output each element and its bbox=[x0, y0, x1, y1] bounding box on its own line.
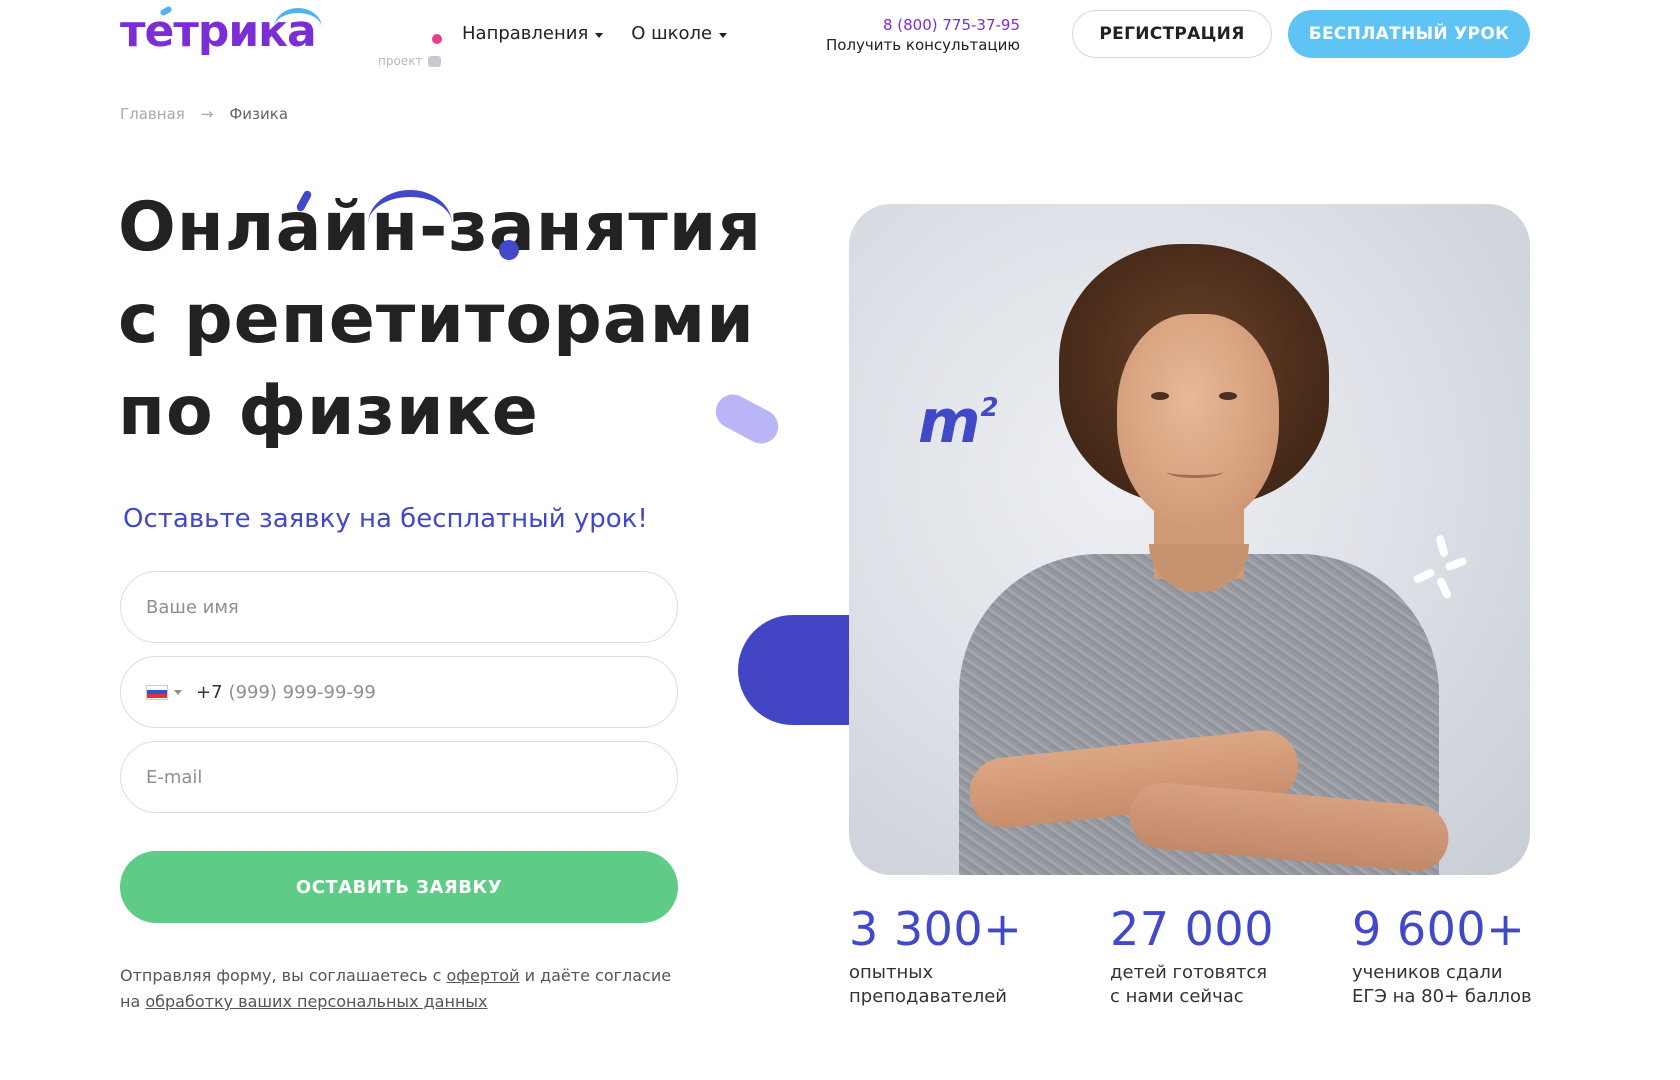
stat-value: 27 000 bbox=[1110, 902, 1274, 956]
stat-label-line: преподавателей bbox=[849, 986, 1008, 1007]
title-line-2: с репетиторами bbox=[118, 280, 755, 359]
photo-eye bbox=[1151, 392, 1169, 400]
stat-label-line: ЕГЭ на 80+ баллов bbox=[1352, 986, 1532, 1007]
phone-country-code: +7 bbox=[196, 681, 223, 703]
breadcrumb: Главная → Физика bbox=[120, 104, 288, 124]
nav-directions[interactable]: Направления bbox=[462, 22, 604, 46]
phone-number-link[interactable]: 8 (800) 775-37-95 bbox=[826, 15, 1020, 35]
country-caret-down-icon[interactable] bbox=[174, 689, 182, 695]
title-line-1: Онлайн-занятия bbox=[118, 188, 763, 267]
title-accent-dot bbox=[499, 240, 519, 260]
caret-down-icon bbox=[719, 32, 728, 38]
title-line-3: по физике bbox=[118, 372, 539, 451]
submit-request-button[interactable]: ОСТАВИТЬ ЗАЯВКУ bbox=[120, 851, 678, 923]
stat-label-line: учеников сдали bbox=[1352, 962, 1503, 983]
stat-label-line: детей готовятся bbox=[1110, 962, 1268, 983]
formula-exponent: 2 bbox=[980, 393, 999, 423]
name-placeholder: Ваше имя bbox=[146, 596, 239, 618]
name-input[interactable]: Ваше имя bbox=[120, 571, 678, 643]
free-lesson-button[interactable]: БЕСПЛАТНЫЙ УРОК bbox=[1288, 10, 1530, 58]
photo-mouth bbox=[1167, 466, 1223, 478]
breadcrumb-arrow-icon: → bbox=[200, 105, 214, 123]
phone-placeholder: (999) 999-99-99 bbox=[228, 681, 376, 703]
offer-link[interactable]: офертой bbox=[447, 966, 520, 985]
stat-label: опытных преподавателей bbox=[849, 961, 1022, 1009]
consent-text: Отправляя форму, вы соглашаетесь с оферт… bbox=[120, 963, 740, 1015]
email-placeholder: E-mail bbox=[146, 766, 203, 788]
caret-down-icon bbox=[595, 32, 604, 38]
photo-eye bbox=[1219, 392, 1237, 400]
contact-block: 8 (800) 775-37-95 Получить консультацию bbox=[826, 15, 1020, 55]
stat-students-now: 27 000 детей готовятся с нами сейчас bbox=[1110, 901, 1274, 1009]
formula-base: m bbox=[918, 387, 981, 457]
email-input[interactable]: E-mail bbox=[120, 741, 678, 813]
phone-input[interactable]: +7 (999) 999-99-99 bbox=[120, 656, 678, 728]
decorative-blob bbox=[738, 615, 858, 725]
sparkle-icon bbox=[1412, 534, 1472, 601]
stat-value: 3 300+ bbox=[849, 902, 1023, 956]
consultation-link[interactable]: Получить консультацию bbox=[826, 35, 1020, 55]
russia-flag-icon[interactable] bbox=[146, 684, 168, 700]
stat-value: 9 600+ bbox=[1352, 902, 1526, 956]
breadcrumb-home[interactable]: Главная bbox=[120, 104, 185, 124]
stat-teachers: 3 300+ опытных преподавателей bbox=[849, 901, 1022, 1009]
consent-prefix: Отправляя форму, вы соглашаетесь с bbox=[120, 966, 442, 985]
stat-label: детей готовятся с нами сейчас bbox=[1110, 961, 1274, 1009]
nav-directions-label: Направления bbox=[462, 23, 589, 44]
consent-middle: и даёте согласие bbox=[524, 966, 672, 985]
nav-about-school[interactable]: О школе bbox=[631, 22, 728, 46]
formula-sticker: m2 bbox=[918, 378, 999, 452]
breadcrumb-current: Физика bbox=[229, 105, 289, 123]
logo-dot bbox=[432, 34, 442, 44]
logo-subtitle: проект bbox=[378, 54, 423, 68]
stat-label-line: опытных bbox=[849, 962, 934, 983]
photo-face bbox=[1117, 314, 1279, 526]
stat-label: учеников сдали ЕГЭ на 80+ баллов bbox=[1352, 961, 1532, 1009]
personal-data-link[interactable]: обработку ваших персональных данных bbox=[145, 992, 487, 1011]
nav-about-label: О школе bbox=[631, 23, 713, 44]
stat-exam-results: 9 600+ учеников сдали ЕГЭ на 80+ баллов bbox=[1352, 901, 1532, 1009]
consent-on: на bbox=[120, 992, 141, 1011]
main-nav: Направления О школе bbox=[462, 22, 728, 46]
logo[interactable]: тетрика проект bbox=[120, 4, 442, 68]
register-button[interactable]: РЕГИСТРАЦИЯ bbox=[1072, 10, 1272, 58]
stat-label-line: с нами сейчас bbox=[1110, 986, 1244, 1007]
form-heading: Оставьте заявку на бесплатный урок! bbox=[123, 504, 648, 534]
logo-badge-icon bbox=[428, 56, 441, 67]
